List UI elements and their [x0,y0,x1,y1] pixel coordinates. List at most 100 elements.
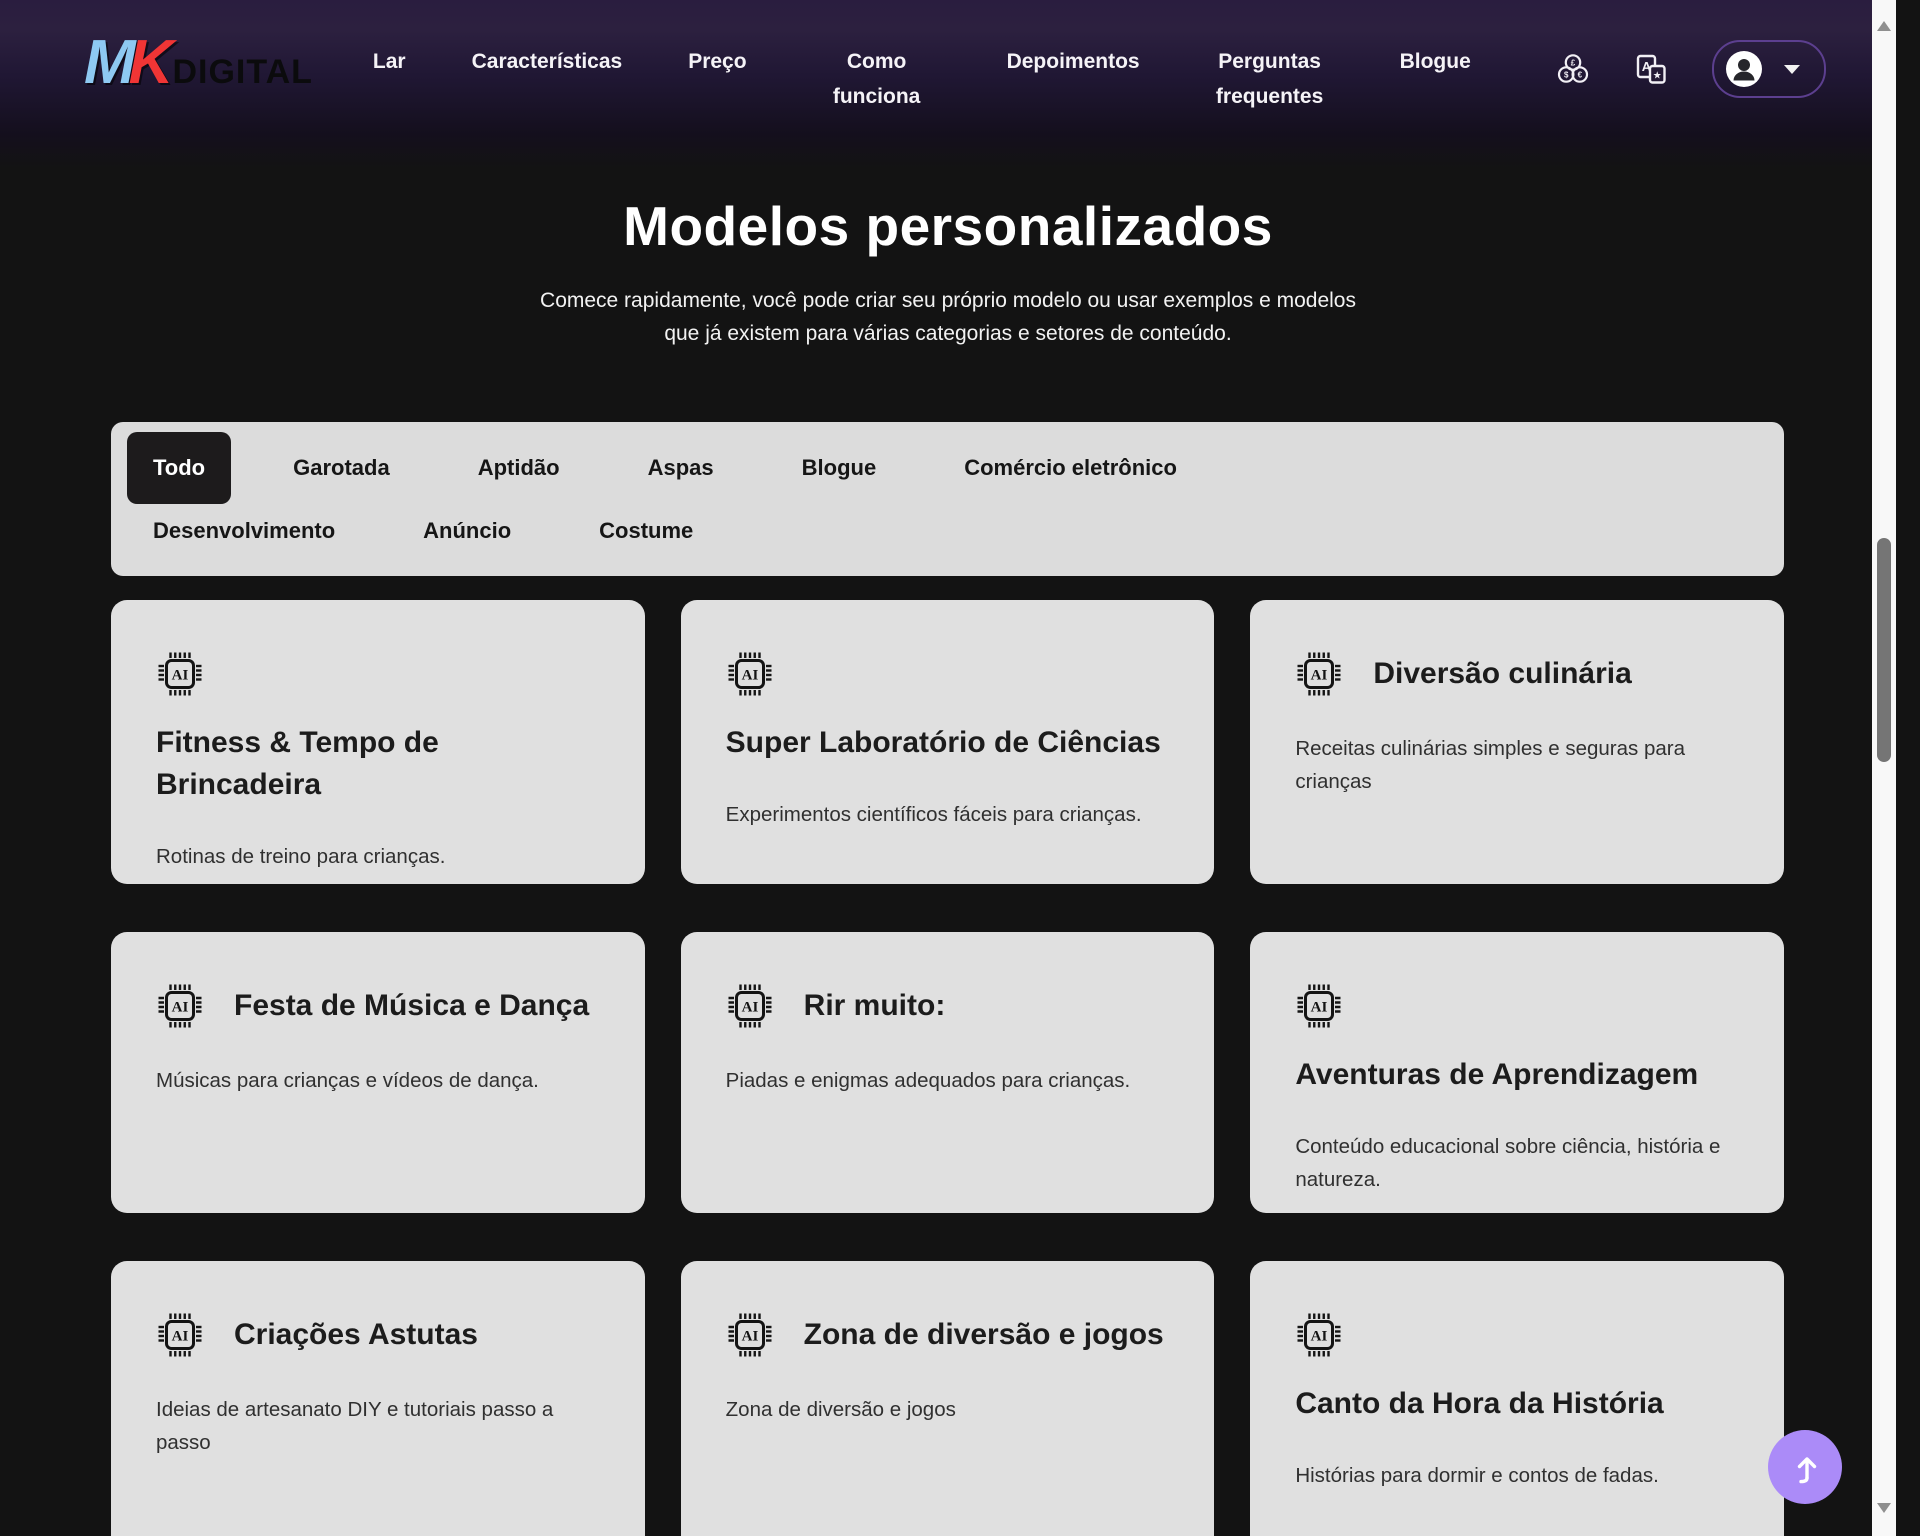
chevron-down-icon [1784,65,1800,74]
category-tab[interactable]: Aptidão [452,432,586,504]
nav-link[interactable]: Blogue [1400,44,1471,79]
category-tab[interactable]: Costume [573,504,719,562]
category-tab[interactable]: Todo [127,432,231,504]
ai-chip-icon: AI [1295,1311,1343,1359]
template-card[interactable]: AI Super Laboratório de Ciências Experim… [681,600,1215,884]
svg-text:AI: AI [741,1000,758,1016]
template-card[interactable]: AI Festa de Música e Dança Músicas para … [111,932,645,1213]
arrow-up-icon [1788,1450,1822,1484]
category-tab[interactable]: Garotada [267,432,416,504]
scrollbar-down-arrow[interactable] [1872,1488,1896,1528]
nav-link[interactable]: Lar [373,44,406,79]
svg-text:AI: AI [172,1329,189,1345]
ai-chip-icon: AI [156,650,204,698]
card-description: Receitas culinárias simples e seguras pa… [1295,732,1739,798]
vertical-scrollbar[interactable] [1872,0,1896,1536]
ai-chip-icon: AI [156,982,204,1030]
scrollbar-thumb[interactable] [1877,538,1891,762]
template-card[interactable]: AI Diversão culinária Receitas culinária… [1250,600,1784,884]
nav-link[interactable]: Depoimentos [1007,44,1140,79]
ai-chip-icon: AI [726,650,774,698]
card-description: Histórias para dormir e contos de fadas. [1295,1459,1739,1492]
ai-chip-icon: AI [1295,982,1343,1030]
card-description: Rotinas de treino para crianças. [156,840,600,873]
template-category-tabbar: Todo Garotada Aptidão Aspas Blogue Comércio e… [111,422,1784,576]
category-tab[interactable]: Aspas [622,432,740,504]
card-title: Rir muito: [804,985,946,1027]
card-title: Zona de diversão e jogos [804,1314,1164,1356]
ai-chip-icon: AI [156,1311,204,1359]
card-title: Festa de Música e Dança [234,985,589,1027]
logo-letter-k: K [129,28,171,97]
svg-text:AI: AI [1311,1000,1328,1016]
category-tab[interactable]: Comércio eletrônico [938,432,1203,504]
svg-text:€: € [1578,71,1583,80]
ai-chip-icon: AI [726,982,774,1030]
template-card[interactable]: AI Aventuras de Aprendizagem Conteúdo ed… [1250,932,1784,1213]
card-header: AI Festa de Música e Dança [156,982,600,1030]
nav-link[interactable]: Preço [688,44,746,79]
card-header: AI Diversão culinária [1295,650,1739,698]
svg-text:AI: AI [172,668,189,684]
card-title: Fitness & Tempo de Brincadeira [156,722,600,806]
card-description: Ideias de artesanato DIY e tutoriais pas… [156,1393,600,1459]
currency-icon[interactable]: £ $ € [1556,52,1590,86]
tab-row-1: Todo Garotada Aptidão Aspas Blogue Comércio e… [127,432,1768,504]
templates-section-header: Modelos personalizados Comece rapidament… [0,194,1896,350]
tab-row-2: Desenvolvimento Anúncio Costume [127,504,1768,562]
svg-text:$: $ [1564,71,1569,80]
svg-text:£: £ [1571,59,1576,68]
scrollbar-up-arrow[interactable] [1872,6,1896,46]
logo-letter-m: M [84,28,133,97]
card-header: AI Criações Astutas [156,1311,600,1359]
template-card[interactable]: AI Criações Astutas Ideias de artesanato… [111,1261,645,1536]
ai-chip-icon: AI [1295,650,1343,698]
card-header: AI Rir muito: [726,982,1170,1030]
template-card[interactable]: AI Zona de diversão e jogos Zona de dive… [681,1261,1215,1536]
template-card[interactable]: AI Rir muito: Piadas e enigmas adequados… [681,932,1215,1213]
scroll-to-top-button[interactable] [1768,1430,1842,1504]
account-menu-button[interactable] [1712,40,1826,98]
svg-text:AI: AI [172,1000,189,1016]
card-description: Músicas para crianças e vídeos de dança. [156,1064,600,1097]
svg-text:AI: AI [1311,1329,1328,1345]
svg-text:AI: AI [741,1329,758,1345]
card-title: Canto da Hora da História [1295,1383,1663,1425]
card-description: Zona de diversão e jogos [726,1393,1170,1426]
card-description: Piadas e enigmas adequados para crianças… [726,1064,1170,1097]
user-avatar-icon [1726,51,1762,87]
card-description: Experimentos científicos fáceis para cri… [726,798,1170,831]
nav-link[interactable]: Perguntas frequentes [1206,44,1334,114]
nav-link[interactable]: Como funciona [813,44,941,114]
page: MK DIGITAL Lar Características Preço Como f… [0,0,1896,1536]
card-header: AI Canto da Hora da História [1295,1311,1739,1425]
category-tab[interactable]: Anúncio [397,504,537,562]
card-header: AI Super Laboratório de Ciências [726,650,1170,764]
brand-logo[interactable]: MK DIGITAL [84,32,313,94]
category-tab[interactable]: Desenvolvimento [127,504,361,562]
card-description: Conteúdo educacional sobre ciência, hist… [1295,1130,1739,1196]
card-title: Diversão culinária [1373,653,1631,695]
nav-link[interactable]: Características [472,44,623,79]
top-navigation-bar: MK DIGITAL Lar Características Preço Como f… [0,0,1896,168]
template-cards-grid: AI Fitness & Tempo de Brincadeira Rotina… [111,600,1784,1536]
ai-chip-icon: AI [726,1311,774,1359]
card-header: AI Zona de diversão e jogos [726,1311,1170,1359]
page-title: Modelos personalizados [0,194,1896,258]
svg-text:AI: AI [741,668,758,684]
card-title: Super Laboratório de Ciências [726,722,1161,764]
header-tools: £ $ € A ★ [1556,40,1826,98]
nav-links: Lar Características Preço Como funciona Depo… [373,26,1471,114]
logo-suffix: DIGITAL [172,53,312,92]
card-header: AI Fitness & Tempo de Brincadeira [156,650,600,806]
svg-text:AI: AI [1311,668,1328,684]
template-card[interactable]: AI Canto da Hora da História Histórias p… [1250,1261,1784,1536]
card-title: Criações Astutas [234,1314,478,1356]
page-subtitle: Comece rapidamente, você pode criar seu … [528,284,1368,350]
category-tab[interactable]: Blogue [776,432,903,504]
svg-text:★: ★ [1653,71,1662,82]
card-header: AI Aventuras de Aprendizagem [1295,982,1739,1096]
translate-icon[interactable]: A ★ [1634,52,1668,86]
card-title: Aventuras de Aprendizagem [1295,1054,1698,1096]
template-card[interactable]: AI Fitness & Tempo de Brincadeira Rotina… [111,600,645,884]
